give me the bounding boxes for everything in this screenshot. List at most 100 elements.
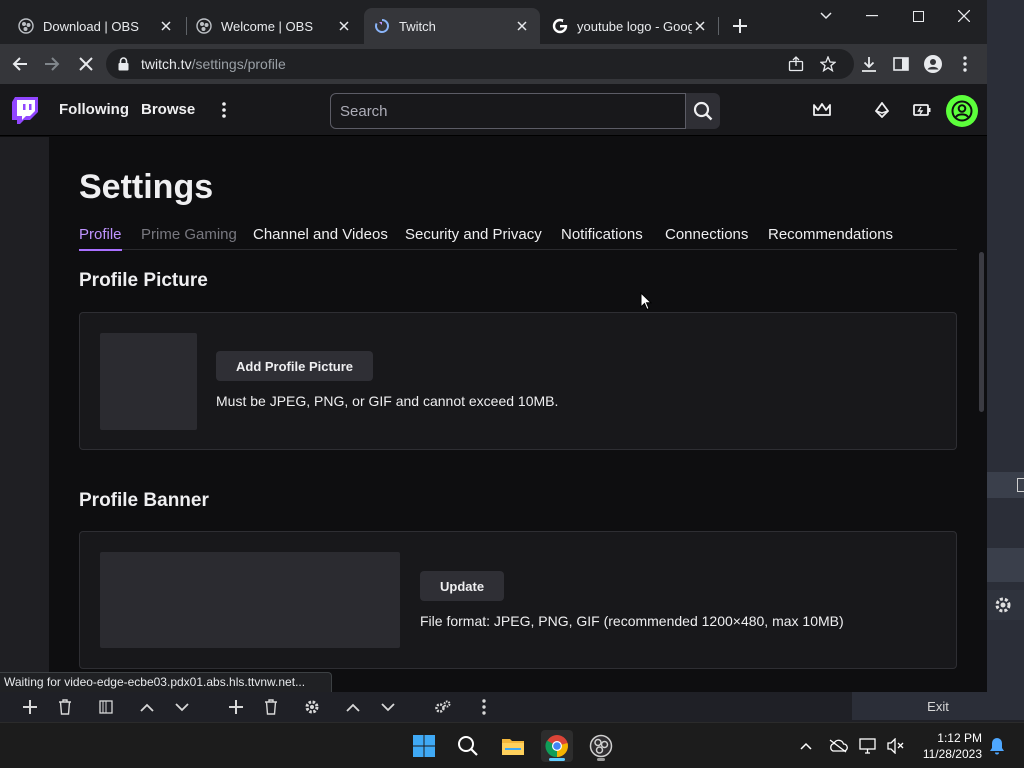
- url-path: /settings/profile: [191, 56, 286, 72]
- obs-taskbar-icon[interactable]: [585, 730, 617, 762]
- obs-icon: [196, 18, 212, 34]
- browser-tab-youtube-logo[interactable]: youtube logo - Goog: [542, 8, 718, 44]
- tab-title: Download | OBS: [43, 18, 139, 34]
- clock-date: 11/28/2023: [922, 747, 982, 761]
- close-icon[interactable]: [158, 18, 174, 34]
- scrollbar-track[interactable]: [974, 137, 987, 692]
- obs-settings-icon[interactable]: [993, 595, 1013, 615]
- network-icon[interactable]: [857, 734, 881, 758]
- nav-browse-link[interactable]: Browse: [141, 101, 195, 118]
- profile-banner-placeholder[interactable]: [100, 552, 400, 648]
- gear-icon[interactable]: [302, 697, 322, 717]
- tab-strip: Download | OBS Welcome | OBS Twitch yout…: [0, 0, 987, 44]
- turbo-battery-icon[interactable]: [910, 98, 934, 122]
- chrome-taskbar-icon[interactable]: [541, 730, 573, 762]
- profile-picture-placeholder[interactable]: [100, 333, 197, 430]
- profile-banner-heading: Profile Banner: [79, 490, 209, 511]
- file-explorer-icon[interactable]: [497, 730, 529, 762]
- bits-icon[interactable]: [870, 98, 894, 122]
- tab-separator: [718, 17, 719, 35]
- more-options-icon[interactable]: [474, 697, 494, 717]
- minimize-icon[interactable]: [854, 4, 890, 28]
- chevron-down-icon[interactable]: [378, 697, 398, 717]
- running-app-indicator: [597, 758, 605, 761]
- search-input[interactable]: [331, 94, 685, 128]
- chevron-up-icon[interactable]: [343, 697, 363, 717]
- url-host: twitch.tv: [141, 56, 192, 72]
- trash-icon[interactable]: [261, 697, 281, 717]
- search-icon[interactable]: [452, 730, 484, 762]
- tab-recommendations[interactable]: Recommendations: [768, 226, 893, 250]
- close-icon[interactable]: [336, 18, 352, 34]
- profile-picture-heading: Profile Picture: [79, 270, 208, 291]
- tab-search-chevron-icon[interactable]: [808, 4, 844, 28]
- profile-banner-card: Update File format: JPEG, PNG, GIF (reco…: [79, 531, 957, 669]
- settings-tabs: Profile Prime Gaming Channel and Videos …: [79, 226, 957, 251]
- browser-tab-download-obs[interactable]: Download | OBS: [8, 8, 184, 44]
- back-arrow-icon[interactable]: [8, 52, 32, 76]
- obs-exit-button[interactable]: Exit: [852, 692, 1024, 720]
- notification-bell-icon[interactable]: [985, 734, 1009, 758]
- loading-icon: [374, 18, 390, 34]
- clock-time: 1:12 PM: [937, 731, 982, 745]
- tab-notifications[interactable]: Notifications: [561, 226, 643, 250]
- share-icon[interactable]: [788, 56, 804, 72]
- add-icon[interactable]: [20, 697, 40, 717]
- browser-tab-welcome-obs[interactable]: Welcome | OBS: [186, 8, 362, 44]
- tab-connections[interactable]: Connections: [665, 226, 748, 250]
- profile-picture-hint: Must be JPEG, PNG, or GIF and cannot exc…: [216, 393, 559, 409]
- profile-banner-hint: File format: JPEG, PNG, GIF (recommended…: [420, 613, 844, 629]
- tab-security-and-privacy[interactable]: Security and Privacy: [405, 226, 542, 250]
- advanced-gears-icon[interactable]: [433, 697, 453, 717]
- twitch-top-nav: Following Browse: [0, 84, 987, 136]
- volume-muted-icon[interactable]: [884, 734, 908, 758]
- windows-start-icon[interactable]: [408, 730, 440, 762]
- filter-icon[interactable]: [96, 697, 116, 717]
- close-window-icon[interactable]: [946, 4, 982, 28]
- close-icon[interactable]: [692, 18, 708, 34]
- chrome-menu-icon[interactable]: [953, 52, 977, 76]
- new-tab-button[interactable]: [728, 14, 752, 38]
- system-clock[interactable]: 1:12 PM 11/28/2023: [906, 730, 982, 762]
- tab-title: Twitch: [399, 18, 436, 34]
- chevron-down-icon[interactable]: [172, 697, 192, 717]
- user-icon: [951, 100, 973, 122]
- browser-toolbar: twitch.tv/settings/profile: [0, 44, 987, 84]
- address-bar[interactable]: twitch.tv/settings/profile: [106, 49, 854, 79]
- tab-profile[interactable]: Profile: [79, 226, 122, 251]
- page-title: Settings: [79, 168, 214, 206]
- add-profile-picture-button[interactable]: Add Profile Picture: [216, 351, 374, 381]
- search-field[interactable]: [330, 93, 686, 129]
- crown-prime-icon[interactable]: [810, 98, 834, 122]
- active-app-indicator: [549, 758, 565, 761]
- google-icon: [552, 18, 568, 34]
- forward-arrow-icon[interactable]: [40, 52, 64, 76]
- nav-following-link[interactable]: Following: [59, 101, 129, 118]
- download-icon[interactable]: [857, 52, 881, 76]
- browser-tab-twitch[interactable]: Twitch: [364, 8, 540, 44]
- tab-title: youtube logo - Goog: [577, 18, 692, 34]
- url-text[interactable]: twitch.tv/settings/profile: [141, 56, 286, 72]
- profile-icon[interactable]: [921, 52, 945, 76]
- chevron-up-icon[interactable]: [137, 697, 157, 717]
- lock-icon[interactable]: [118, 57, 129, 71]
- search-button[interactable]: [686, 93, 720, 129]
- tab-channel-and-videos[interactable]: Channel and Videos: [253, 226, 388, 250]
- user-avatar[interactable]: [946, 95, 978, 127]
- scrollbar-thumb[interactable]: [979, 252, 984, 412]
- maximize-icon[interactable]: [900, 4, 936, 28]
- tab-title: Welcome | OBS: [221, 18, 313, 34]
- tab-prime-gaming[interactable]: Prime Gaming: [141, 226, 237, 250]
- close-icon[interactable]: [514, 18, 530, 34]
- twitch-logo-icon[interactable]: [12, 97, 38, 125]
- more-options-icon[interactable]: [212, 98, 236, 122]
- status-bubble: Waiting for video-edge-ecbe03.pdx01.abs.…: [0, 672, 333, 692]
- onedrive-offline-icon[interactable]: [826, 734, 850, 758]
- trash-icon[interactable]: [55, 697, 75, 717]
- bookmark-star-icon[interactable]: [820, 56, 836, 72]
- update-banner-button[interactable]: Update: [420, 571, 505, 601]
- chevron-up-tray-icon[interactable]: [794, 734, 818, 758]
- stop-loading-icon[interactable]: [74, 52, 98, 76]
- add-icon[interactable]: [226, 697, 246, 717]
- side-panel-icon[interactable]: [889, 52, 913, 76]
